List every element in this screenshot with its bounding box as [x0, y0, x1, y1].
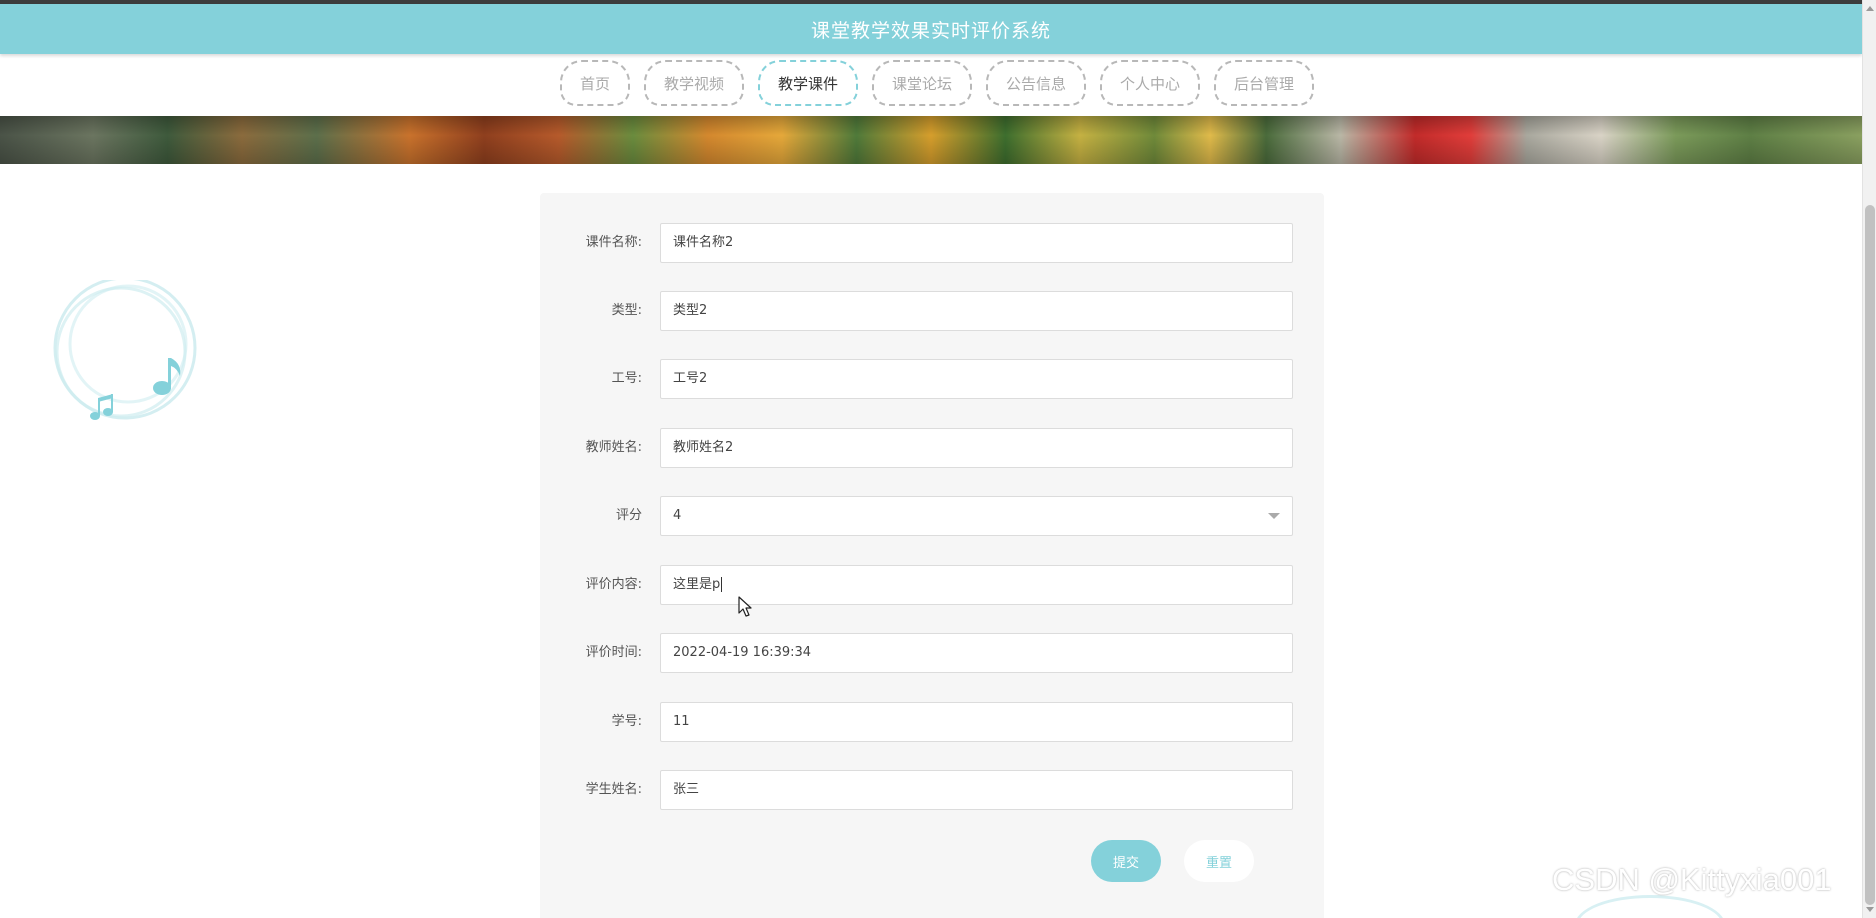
field-label: 评分	[615, 508, 642, 523]
nav-tab-admin[interactable]: 后台管理	[1214, 60, 1315, 106]
music-decoration	[53, 280, 197, 420]
nav-tab-forum[interactable]: 课堂论坛	[871, 60, 972, 106]
decorative-ring	[1575, 895, 1725, 918]
nav-tab-label: 个人中心	[1120, 74, 1181, 93]
scroll-thumb[interactable]	[1865, 205, 1875, 905]
watermark: CSDN @Kittyxia001	[1552, 862, 1832, 897]
site-title: 课堂教学效果实时评价系统	[810, 19, 1051, 42]
page-scrollbar[interactable]	[1862, 0, 1876, 918]
courseware-name-input[interactable]: 课件名称2	[660, 223, 1293, 263]
scroll-down-arrow-icon[interactable]	[1866, 907, 1874, 912]
dropdown-arrow-icon	[1268, 513, 1280, 519]
field-label: 工号:	[611, 371, 642, 386]
nav-tab-label: 公告信息	[1006, 74, 1067, 93]
field-label: 评价时间:	[585, 645, 642, 660]
teacher-name-input[interactable]: 教师姓名2	[660, 428, 1293, 468]
nav-tab-home[interactable]: 首页	[559, 60, 630, 106]
form-row-courseware-name: 课件名称: 课件名称2	[540, 223, 1324, 263]
nav-tab-teaching-videos[interactable]: 教学视频	[643, 60, 744, 106]
main-nav: 首页 教学视频 教学课件 课堂论坛 公告信息 个人中心 后台管理	[0, 58, 1862, 108]
review-content-input[interactable]: 这里是p	[660, 565, 1293, 605]
form-row-score: 评分 4	[540, 496, 1324, 536]
scroll-up-arrow-icon[interactable]	[1866, 6, 1874, 11]
form-row-student-name: 学生姓名: 张三	[540, 770, 1324, 810]
field-label: 教师姓名:	[585, 440, 642, 455]
text-caret	[721, 577, 723, 592]
nav-tab-label: 教学课件	[777, 74, 838, 93]
decorative-rings	[53, 280, 197, 420]
form-row-teacher-name: 教师姓名: 教师姓名2	[540, 428, 1324, 468]
field-label: 课件名称:	[585, 235, 642, 250]
form-row-review-time: 评价时间: 2022-04-19 16:39:34	[540, 633, 1324, 673]
field-label: 评价内容:	[585, 577, 642, 592]
nav-tab-personal-center[interactable]: 个人中心	[1100, 60, 1201, 106]
nav-tab-label: 教学视频	[663, 74, 724, 93]
field-label: 学号:	[611, 714, 642, 729]
score-select[interactable]: 4	[660, 496, 1293, 536]
form-row-student-id: 学号: 11	[540, 702, 1324, 742]
banner-overlay	[0, 116, 1862, 164]
site-header: 课堂教学效果实时评价系统	[0, 4, 1862, 54]
nav-tab-label: 课堂论坛	[891, 74, 952, 93]
review-time-input[interactable]: 2022-04-19 16:39:34	[660, 633, 1293, 673]
form-row-type: 类型: 类型2	[540, 291, 1324, 331]
nav-tab-announcements[interactable]: 公告信息	[986, 60, 1087, 106]
student-name-input[interactable]: 张三	[660, 770, 1293, 810]
review-content-value: 这里是p	[673, 577, 721, 592]
score-select-value: 4	[673, 508, 682, 523]
evaluation-form: 课件名称: 课件名称2 类型: 类型2 工号: 工号2 教师姓名: 教师姓名2 …	[540, 193, 1324, 918]
reset-button[interactable]: 重置	[1184, 840, 1254, 882]
field-label: 类型:	[611, 303, 642, 318]
mouse-cursor-icon	[738, 596, 752, 617]
employee-id-input[interactable]: 工号2	[660, 359, 1293, 399]
type-input[interactable]: 类型2	[660, 291, 1293, 331]
field-label: 学生姓名:	[585, 782, 642, 797]
student-id-input[interactable]: 11	[660, 702, 1293, 742]
submit-button[interactable]: 提交	[1091, 840, 1161, 882]
form-row-review-content: 评价内容: 这里是p	[540, 565, 1324, 605]
nav-tab-label: 后台管理	[1234, 74, 1295, 93]
nav-tab-label: 首页	[579, 74, 610, 93]
form-row-employee-id: 工号: 工号2	[540, 359, 1324, 399]
nav-tab-courseware[interactable]: 教学课件	[757, 60, 858, 106]
